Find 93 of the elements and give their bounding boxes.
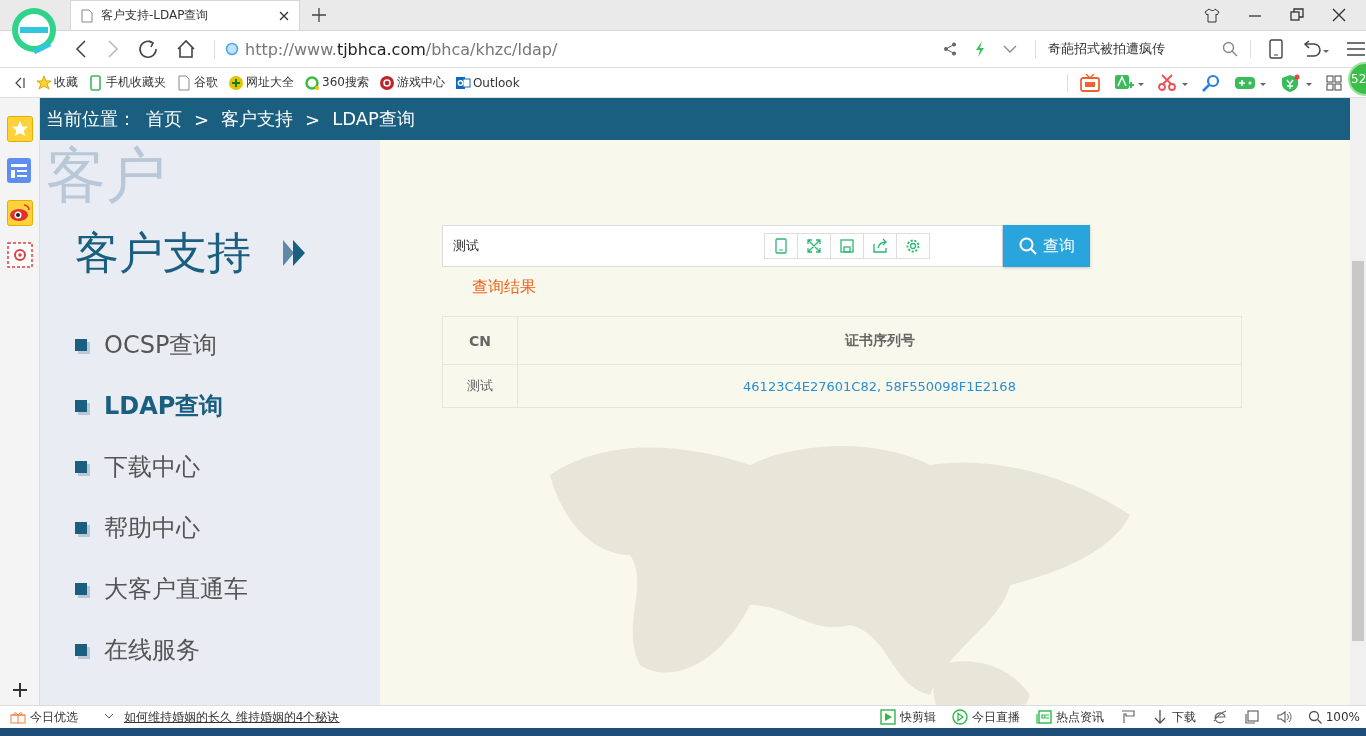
zoom-level[interactable]: 100% [1307, 710, 1360, 724]
nav-link[interactable]: 大客户直通车 [75, 570, 248, 608]
flag-icon[interactable] [1119, 709, 1136, 725]
nav-link[interactable]: 帮助中心 [75, 509, 200, 547]
nav-link[interactable]: OCSP查询 [75, 326, 218, 364]
site-icon [225, 42, 239, 56]
expand-icon[interactable] [806, 238, 822, 254]
column-header: CN [442, 316, 518, 365]
key-search-icon[interactable] [1202, 73, 1220, 92]
add-icon[interactable] [12, 683, 27, 697]
shield-icon[interactable] [1280, 73, 1312, 92]
browser-logo-icon [10, 6, 58, 54]
address-field[interactable]: http://www.tjbhca.com/bhca/khzc/ldap/ [214, 39, 925, 59]
ie-icon[interactable] [1211, 709, 1228, 725]
star-icon [36, 74, 52, 91]
nav-link[interactable]: LDAP查询 [75, 387, 224, 425]
gift-icon [10, 710, 26, 724]
page-icon [81, 8, 93, 23]
bookmark-link[interactable]: 手机收藏夹 [88, 74, 166, 91]
status-link[interactable]: 下载 [1151, 708, 1196, 726]
shirt-icon[interactable] [1204, 7, 1220, 23]
page-icon [176, 74, 192, 91]
breadcrumb-label: 当前位置： [46, 107, 136, 131]
query-field[interactable]: 测试 [442, 225, 1003, 267]
browser-tab[interactable]: 客户支持-LDAP查询 [70, 0, 300, 30]
undo-icon[interactable] [1301, 40, 1329, 58]
breadcrumb-link[interactable]: 客户支持 [221, 107, 294, 131]
status-link[interactable]: 今日直播 [951, 708, 1020, 726]
breadcrumb-separator: > [305, 108, 321, 130]
news-link[interactable]: 如何维持婚姻的长久 维持婚姻的4个秘诀 [124, 708, 340, 726]
double-arrow-icon [283, 240, 305, 266]
bookmark-link[interactable]: 游戏中心 [378, 74, 445, 91]
settings-icon[interactable] [905, 238, 921, 254]
column-header: 证书序列号 [517, 316, 1242, 365]
daily-picks-link[interactable]: 今日优选 [10, 708, 78, 726]
bookmark-link[interactable]: 谷歌 [176, 74, 218, 91]
section-title: 客户支持 [75, 225, 251, 280]
results-heading: 查询结果 [472, 277, 536, 298]
ring-icon [304, 74, 320, 91]
search-icon [1018, 237, 1037, 255]
square-bullet-icon [75, 461, 87, 473]
table-cell: 测试 [442, 364, 518, 408]
plus-circle-icon [228, 74, 244, 91]
back-icon[interactable] [74, 39, 88, 59]
eye-icon[interactable] [6, 200, 33, 226]
search-field[interactable]: 奇葩招式被拍遭疯传 [1035, 40, 1251, 58]
newspaper-icon [1035, 709, 1052, 725]
share-icon[interactable] [872, 238, 888, 254]
reload-icon[interactable] [138, 39, 158, 59]
window-icon[interactable] [1243, 709, 1260, 725]
breadcrumb-link[interactable]: 首页 [146, 107, 182, 131]
scrollbar[interactable] [1350, 98, 1366, 705]
bookmark-link[interactable]: Outlook [454, 74, 520, 91]
square-bullet-icon [75, 583, 87, 595]
video-icon [879, 709, 896, 725]
table-cell: 46123C4E27601C82, 58F550098F1E2168 [517, 364, 1242, 408]
save-icon[interactable] [839, 238, 855, 254]
share-icon[interactable] [943, 42, 957, 56]
translate-icon[interactable] [1114, 73, 1144, 92]
new-tab-icon[interactable] [312, 8, 326, 22]
tablet-icon[interactable] [1269, 39, 1283, 59]
bookmark-link[interactable]: 网址大全 [228, 74, 294, 91]
apps-grid-icon[interactable] [1326, 74, 1342, 91]
restore-icon[interactable] [1290, 8, 1304, 22]
scrollbar-thumb[interactable] [1352, 261, 1364, 641]
zoom-icon [1307, 710, 1322, 724]
breadcrumb-link[interactable]: LDAP查询 [332, 107, 415, 131]
news-icon[interactable] [6, 158, 33, 184]
nav-link[interactable]: 下载中心 [75, 448, 200, 486]
search-icon[interactable] [1222, 41, 1238, 57]
speaker-icon[interactable] [1275, 709, 1292, 725]
close-icon[interactable] [279, 10, 289, 21]
phone-icon [88, 74, 104, 91]
tv-icon[interactable] [1080, 73, 1100, 92]
scissors-icon[interactable] [1158, 73, 1188, 92]
bookmark-link[interactable]: 收藏 [36, 74, 78, 91]
chevron-down-icon[interactable] [104, 713, 114, 721]
bookmark-link[interactable]: 360搜索 [304, 74, 369, 91]
collapse-icon[interactable] [14, 76, 26, 89]
menu-icon[interactable] [1347, 41, 1365, 57]
chevron-down-icon[interactable] [1003, 44, 1017, 54]
close-icon[interactable] [1332, 8, 1346, 22]
nav-link[interactable]: 在线服务 [75, 631, 200, 669]
lightning-icon[interactable] [975, 41, 985, 57]
square-bullet-icon [75, 339, 87, 351]
square-bullet-icon [75, 522, 87, 534]
status-link[interactable]: 热点资讯 [1035, 708, 1104, 726]
home-icon[interactable] [176, 39, 196, 59]
square-bullet-icon [75, 400, 87, 412]
status-link[interactable]: 快剪辑 [879, 708, 936, 726]
play-icon [951, 709, 968, 725]
breadcrumb-separator: > [194, 108, 210, 130]
square-bullet-icon [75, 644, 87, 656]
